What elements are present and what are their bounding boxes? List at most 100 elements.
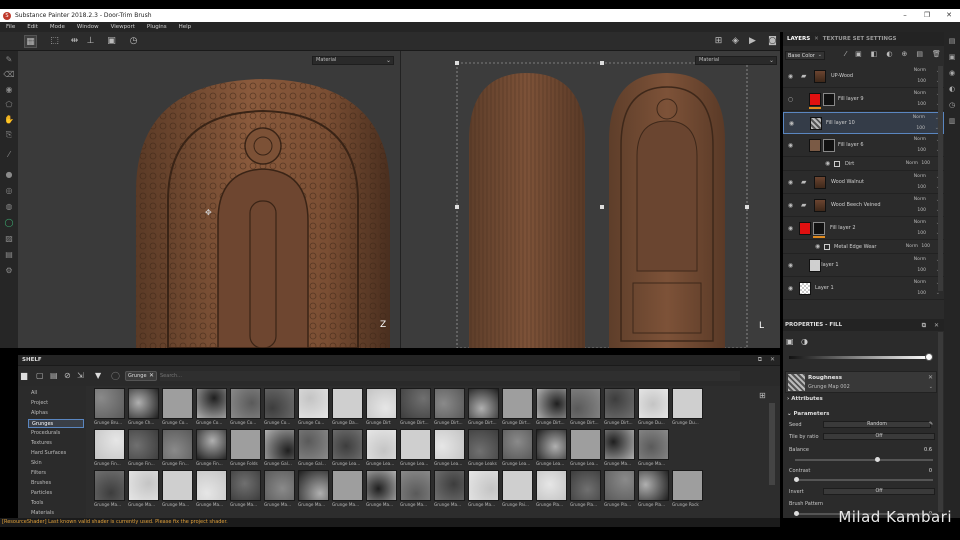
shelf-category-alphas[interactable]: Alphas <box>28 409 84 418</box>
shelf-thumbnail[interactable]: Grunge Co... <box>264 388 295 428</box>
shelf-category-all[interactable]: All <box>28 389 84 398</box>
shelf-thumbnail[interactable]: Grunge Co... <box>162 388 193 428</box>
shelf-thumbnail[interactable]: Grunge Ma... <box>298 470 329 510</box>
align-icon[interactable]: ⊥ <box>84 35 97 48</box>
shelf-thumbnail[interactable]: Grunge Ma... <box>366 470 397 510</box>
contrast-slider-knob[interactable] <box>794 477 799 482</box>
layer-blend-mode[interactable]: Norm <box>914 91 926 96</box>
add-paint-layer-icon[interactable]: ▣ <box>855 50 862 62</box>
tile-by-ratio-toggle[interactable]: Off <box>823 433 935 440</box>
layer-opacity[interactable]: 100 <box>917 148 926 153</box>
shelf-category-grunges[interactable]: Grunges <box>28 419 84 428</box>
add-effect-icon[interactable]: ⊕ <box>902 50 908 62</box>
projection-tool-icon[interactable]: ◉ <box>3 84 15 96</box>
layer-row[interactable]: ◉▰UP-WoodNorm100⌄⌄ <box>783 66 944 88</box>
layer-blend-mode[interactable]: Norm <box>914 137 926 142</box>
shelf-thumbnail[interactable]: Grunge Ma... <box>400 470 431 510</box>
shelf-thumbnail[interactable]: Grunge Gal... <box>298 429 329 469</box>
menu-window[interactable]: Window <box>71 24 105 30</box>
layer-row[interactable]: ○Fill layer 9Norm100⌄⌄ <box>783 89 944 111</box>
viewport-mode-icon[interactable]: ⊞ <box>712 35 725 48</box>
shelf-thumbnail[interactable]: Grunge Ma... <box>638 429 669 469</box>
shader-icon[interactable]: ◐ <box>947 84 957 94</box>
minimize-icon[interactable]: – <box>894 9 916 22</box>
shelf-search-input[interactable] <box>160 371 740 381</box>
shelf-thumbnail[interactable]: Grunge Ma... <box>196 470 227 510</box>
shelf-category-tools[interactable]: Tools <box>28 499 84 508</box>
edit-pencil-icon[interactable]: ✎ <box>929 421 933 427</box>
hide-icon[interactable]: ⊘ <box>64 371 71 380</box>
layer-opacity[interactable]: 100 <box>916 126 925 131</box>
shelf-scrollbar[interactable] <box>769 403 775 485</box>
menu-file[interactable]: File <box>0 24 21 30</box>
layer-blend-mode[interactable]: Norm <box>906 244 918 249</box>
shelf-thumbnail[interactable]: Grunge Lea... <box>536 429 567 469</box>
smudge-tool-icon[interactable]: ✋ <box>3 114 15 126</box>
shelf-thumbnail[interactable]: Grunge Ma... <box>128 470 159 510</box>
channel-select[interactable]: Base Color ⌄ <box>785 51 825 60</box>
shelf-thumbnail[interactable]: Grunge Dirt... <box>604 388 635 428</box>
shelf-category-project[interactable]: Project <box>28 399 84 408</box>
visibility-eye-icon[interactable]: ◉ <box>788 120 795 127</box>
visibility-eye-icon[interactable]: ◉ <box>825 160 830 167</box>
value-gradient[interactable] <box>789 356 929 359</box>
layer-row[interactable]: ◉Fill layer 2Norm100⌄⌄ <box>783 218 944 240</box>
shelf-thumbnail[interactable]: Grunge Pla... <box>638 470 669 510</box>
document-icon[interactable]: ▤ <box>3 249 15 261</box>
shelf-thumbnail[interactable]: Grunge Ma... <box>162 470 193 510</box>
shelf-thumbnail[interactable]: Grunge Dirt... <box>570 388 601 428</box>
shelf-thumbnail[interactable]: Grunge Co... <box>196 388 227 428</box>
shelf-category-particles[interactable]: Particles <box>28 489 84 498</box>
brush-pattern-knob[interactable] <box>794 511 799 516</box>
viewport-2d[interactable]: Material ⌄ L <box>400 51 780 348</box>
shelf-thumbnail[interactable]: Grunge Co... <box>230 388 261 428</box>
layer-opacity[interactable]: 100 <box>917 291 926 296</box>
shelf-thumbnail[interactable]: Grunge Lea... <box>366 429 397 469</box>
circle-filter-icon[interactable]: ◯ <box>111 371 120 380</box>
tab-layers[interactable]: LAYERS <box>783 36 814 42</box>
viewport-3d[interactable]: Material ⌄ ✥ Z <box>18 51 400 348</box>
shelf-thumbnail[interactable]: Grunge Dirt... <box>468 388 499 428</box>
balance-slider-knob[interactable] <box>875 457 880 462</box>
layer-row[interactable]: ◉ Fill layer 10 Norm 100 ⌄ ⌄ <box>783 112 944 134</box>
layer-opacity[interactable]: 100 <box>917 102 926 107</box>
remove-tag-icon[interactable]: ✕ <box>149 372 154 379</box>
visibility-eye-icon[interactable]: ◉ <box>815 243 820 250</box>
shelf-thumbnail[interactable]: Grunge Dirt... <box>536 388 567 428</box>
shelf-category-textures[interactable]: Textures <box>28 439 84 448</box>
layer-blend-mode[interactable]: Norm <box>913 115 925 120</box>
close-icon[interactable]: ✕ <box>938 9 960 22</box>
layer-opacity[interactable]: 100 <box>917 268 926 273</box>
shelf-thumbnail[interactable]: Grunge Pla... <box>604 470 635 510</box>
visibility-eye-icon[interactable]: ◉ <box>787 202 794 209</box>
add-fill-layer-icon[interactable]: ◧ <box>871 50 878 62</box>
layer-blend-mode[interactable]: Norm <box>914 220 926 225</box>
shelf-thumbnail[interactable]: Grunge Leaks <box>468 429 499 469</box>
visibility-eye-icon[interactable]: ◉ <box>787 142 794 149</box>
gradient-knob[interactable] <box>925 353 933 361</box>
undock-icon[interactable]: ⧉ <box>922 320 926 332</box>
cube-icon[interactable]: ◈ <box>729 35 742 48</box>
shelf-thumbnail[interactable]: Grunge Dirt... <box>502 388 533 428</box>
shelf-category-procedurals[interactable]: Procedurals <box>28 429 84 438</box>
shelf-thumbnail[interactable]: Grunge Da... <box>332 388 363 428</box>
shelf-thumbnail[interactable]: Grunge Dirt... <box>400 388 431 428</box>
balance-slider[interactable] <box>795 457 933 462</box>
undock-icon[interactable]: ⧉ <box>758 356 762 364</box>
layer-opacity[interactable]: 100 <box>917 231 926 236</box>
layer-row[interactable]: ◉Fill layer 6Norm100⌄⌄ <box>783 135 944 157</box>
maximize-icon[interactable]: ❐ <box>916 9 938 22</box>
color-mode-icon[interactable]: ◑ <box>801 337 808 346</box>
gear-icon[interactable]: ⚙ <box>3 265 15 277</box>
folder-icon[interactable]: ▆ <box>21 371 27 380</box>
layer-row[interactable]: ◉Layer 1Norm100⌄⌄ <box>783 278 944 300</box>
layers-panel-icon[interactable]: ▤ <box>947 36 957 46</box>
add-folder-icon[interactable]: ▤ <box>916 50 923 62</box>
clone-tool-icon[interactable]: ⎘ <box>3 129 15 141</box>
import-icon[interactable]: ⇲ <box>77 371 84 380</box>
shelf-thumbnail[interactable]: Grunge Fin... <box>94 429 125 469</box>
attributes-section[interactable]: › Attributes <box>787 396 823 402</box>
visibility-eye-icon[interactable]: ◉ <box>787 73 794 80</box>
grid-view-icon[interactable]: ⊞ <box>759 391 766 400</box>
menu-edit[interactable]: Edit <box>21 24 44 30</box>
